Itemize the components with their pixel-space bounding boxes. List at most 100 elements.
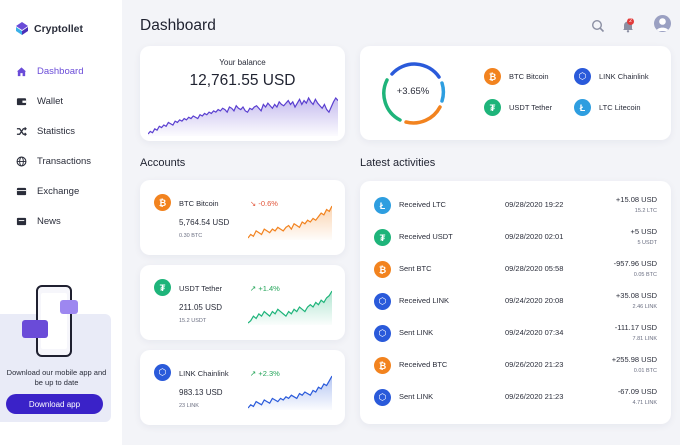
main-nav: Dashboard Wallet Statistics Transactions… xyxy=(0,56,122,236)
activity-amount: +255.98 USD xyxy=(611,355,657,364)
usdt-icon: ₮ xyxy=(374,229,391,246)
activity-row[interactable]: Ł Received LTC 09/28/2020 19:22 +15.08 U… xyxy=(360,189,671,221)
download-app-button[interactable]: Download app xyxy=(6,394,103,414)
sparkline-area xyxy=(248,291,332,325)
avatar[interactable] xyxy=(654,15,671,32)
account-card-btc[interactable]: ₿ BTC Bitcoin ↘ -0.6% 5,764.54 USD 0.30 … xyxy=(140,180,345,255)
activity-label: Received LINK xyxy=(399,296,450,305)
account-sparkline xyxy=(248,375,332,410)
account-name: USDT Tether xyxy=(179,284,223,293)
portfolio-change: +3.65% xyxy=(396,86,430,97)
link-icon: ⬡ xyxy=(574,68,591,85)
nav-label: Exchange xyxy=(37,185,80,197)
account-amount: 5,764.54 USD xyxy=(179,218,230,227)
activities-card: Ł Received LTC 09/28/2020 19:22 +15.08 U… xyxy=(360,181,671,424)
btc-icon: ₿ xyxy=(484,68,501,85)
activity-date: 09/26/2020 21:23 xyxy=(505,392,564,401)
donut-segment-link xyxy=(390,62,441,79)
balance-label: Your balance xyxy=(219,58,266,67)
card-illustration xyxy=(22,320,48,338)
sidebar: Cryptollet Dashboard Wallet Statistics T… xyxy=(0,0,122,445)
nav-item-dashboard[interactable]: Dashboard xyxy=(0,56,122,86)
brand-name: Cryptollet xyxy=(34,22,84,35)
btc-icon: ₿ xyxy=(154,194,171,211)
activity-date: 09/28/2020 05:58 xyxy=(505,264,564,273)
globe-icon xyxy=(16,156,27,166)
activity-row[interactable]: ₿ Received BTC 09/26/2020 21:23 +255.98 … xyxy=(360,349,671,381)
account-holdings: 23 LINK xyxy=(179,403,199,409)
exchange-icon xyxy=(16,187,27,195)
btc-icon: ₿ xyxy=(374,261,391,278)
account-card-link[interactable]: ⬡ LINK Chainlink ↗ +2.3% 983.13 USD 23 L… xyxy=(140,350,345,425)
link-icon: ⬡ xyxy=(154,364,171,381)
balance-value: 12,761.55 USD xyxy=(189,72,296,89)
account-holdings: 0.30 BTC xyxy=(179,233,203,239)
activity-date: 09/26/2020 21:23 xyxy=(505,360,564,369)
user-icon xyxy=(656,18,669,31)
activity-amount: +15.08 USD xyxy=(615,195,657,204)
legend-item-btc: ₿ BTC Bitcoin xyxy=(484,68,549,85)
nav-item-news[interactable]: News xyxy=(0,206,122,236)
account-sparkline xyxy=(248,290,332,325)
activity-label: Received USDT xyxy=(399,232,453,241)
search-icon[interactable] xyxy=(591,19,605,33)
nav-label: News xyxy=(37,215,61,227)
activity-crypto-amount: 5 USDT xyxy=(637,240,657,246)
activity-label: Received LTC xyxy=(399,200,446,209)
portfolio-card: +3.65% ₿ BTC Bitcoin ⬡ LINK Chainlink ₮ … xyxy=(360,46,671,140)
activity-date: 09/28/2020 02:01 xyxy=(505,232,564,241)
nav-label: Wallet xyxy=(37,95,64,107)
nav-item-transactions[interactable]: Transactions xyxy=(0,146,122,176)
activity-label: Sent LINK xyxy=(399,328,434,337)
legend-label: LINK Chainlink xyxy=(599,72,649,81)
activity-row[interactable]: ⬡ Received LINK 09/24/2020 20:08 +35.08 … xyxy=(360,285,671,317)
usdt-icon: ₮ xyxy=(154,279,171,296)
legend-item-link: ⬡ LINK Chainlink xyxy=(574,68,649,85)
brand[interactable]: Cryptollet xyxy=(16,22,83,35)
balance-sparkline xyxy=(148,96,338,136)
activity-row[interactable]: ₿ Sent BTC 09/28/2020 05:58 -957.96 USD … xyxy=(360,253,671,285)
activity-date: 09/28/2020 19:22 xyxy=(505,200,564,209)
account-name: LINK Chainlink xyxy=(179,369,229,378)
activity-label: Sent BTC xyxy=(399,264,432,273)
accounts-title: Accounts xyxy=(140,157,186,169)
nav-item-exchange[interactable]: Exchange xyxy=(0,176,122,206)
logo-icon xyxy=(16,22,28,35)
account-sparkline xyxy=(248,205,332,240)
chat-bubble-illustration xyxy=(60,300,78,314)
activity-crypto-amount: 15.2 LTC xyxy=(634,208,657,214)
wallet-icon xyxy=(16,97,27,105)
link-icon: ⬡ xyxy=(374,389,391,406)
balance-card: Your balance 12,761.55 USD xyxy=(140,46,345,141)
nav-label: Transactions xyxy=(37,155,92,167)
sparkline-area xyxy=(248,206,332,240)
legend-label: LTC Litecoin xyxy=(599,103,641,112)
activity-crypto-amount: 2.46 LINK xyxy=(632,304,657,310)
activity-label: Received BTC xyxy=(399,360,448,369)
legend-label: USDT Tether xyxy=(509,103,553,112)
activity-label: Sent LINK xyxy=(399,392,434,401)
activity-amount: -67.09 USD xyxy=(617,387,657,396)
activity-row[interactable]: ⬡ Sent LINK 09/26/2020 21:23 -67.09 USD … xyxy=(360,381,671,413)
account-card-usdt[interactable]: ₮ USDT Tether ↗ +1.4% 211.05 USD 15.2 US… xyxy=(140,265,345,340)
activity-row[interactable]: ₮ Received USDT 09/28/2020 02:01 +5 USD … xyxy=(360,221,671,253)
nav-item-wallet[interactable]: Wallet xyxy=(0,86,122,116)
activity-date: 09/24/2020 20:08 xyxy=(505,296,564,305)
shuffle-icon xyxy=(16,126,27,136)
activity-crypto-amount: 0.01 BTC xyxy=(633,368,657,374)
usdt-icon: ₮ xyxy=(484,99,501,116)
link-icon: ⬡ xyxy=(374,293,391,310)
home-icon xyxy=(16,66,27,76)
activity-crypto-amount: 7.81 LINK xyxy=(632,336,657,342)
page-title: Dashboard xyxy=(140,17,216,34)
nav-item-statistics[interactable]: Statistics xyxy=(0,116,122,146)
legend-item-usdt: ₮ USDT Tether xyxy=(484,99,552,116)
activities-title: Latest activities xyxy=(360,157,436,169)
ltc-icon: Ł xyxy=(374,197,391,214)
activity-crypto-amount: 4.71 LINK xyxy=(632,400,657,406)
account-amount: 211.05 USD xyxy=(179,303,222,312)
link-icon: ⬡ xyxy=(374,325,391,342)
activity-amount: +35.08 USD xyxy=(615,291,657,300)
legend-item-ltc: Ł LTC Litecoin xyxy=(574,99,641,116)
activity-row[interactable]: ⬡ Sent LINK 09/24/2020 07:34 -111.17 USD… xyxy=(360,317,671,349)
